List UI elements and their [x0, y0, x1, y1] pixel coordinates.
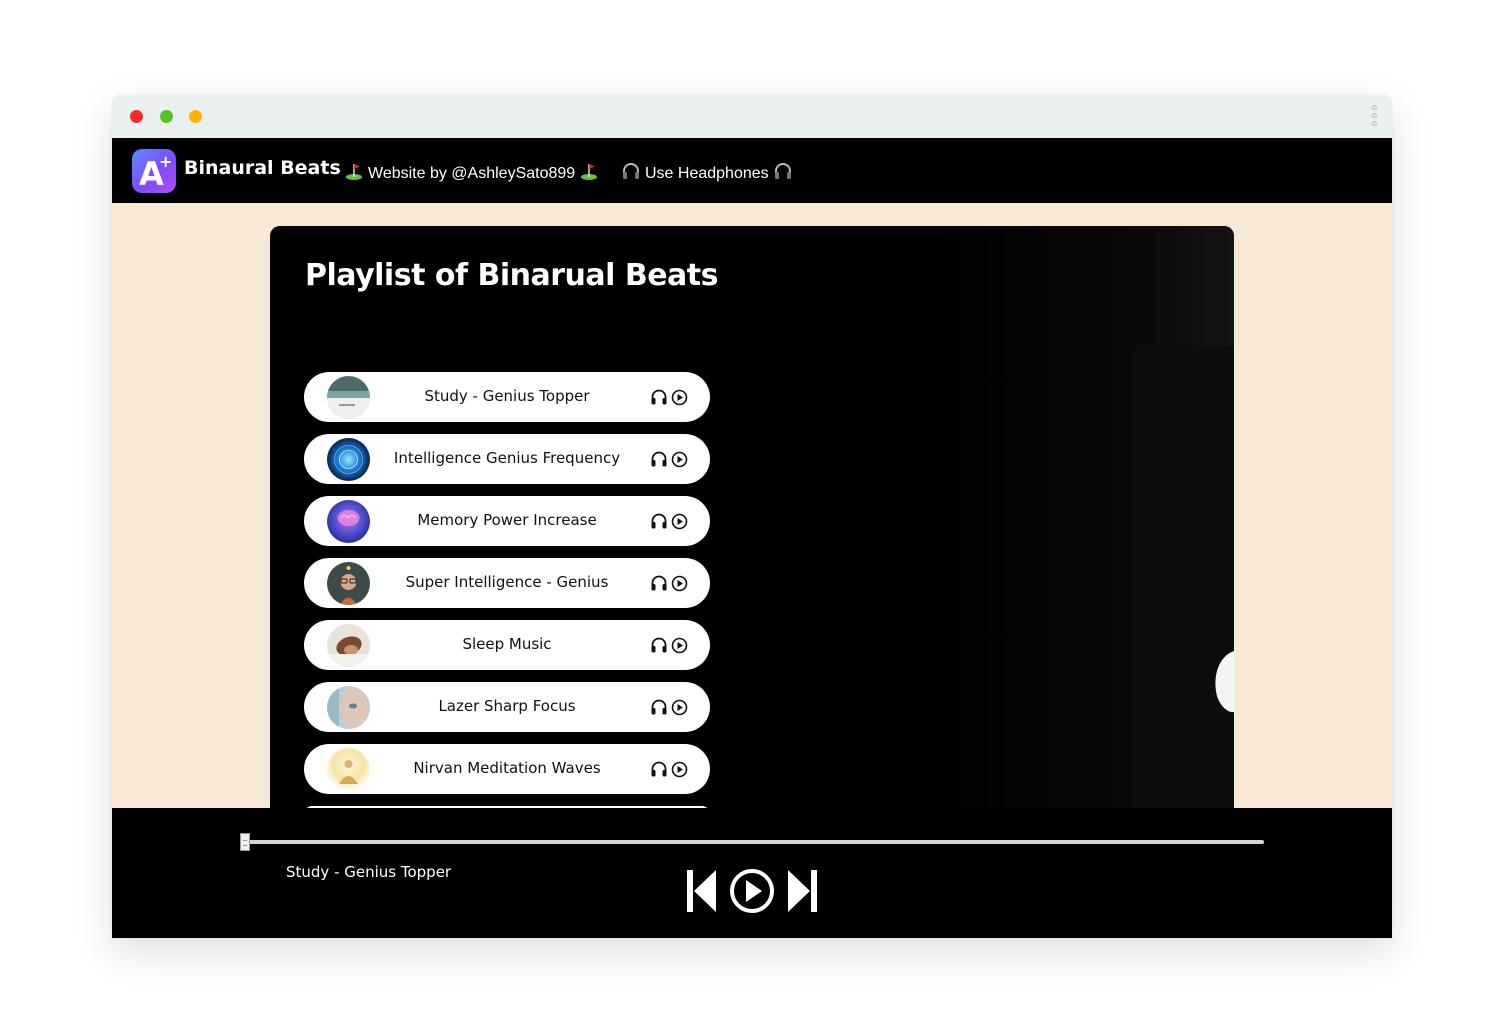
track-title: Nirvan Meditation Waves [413, 759, 601, 777]
seek-bar[interactable] [242, 840, 1264, 844]
audio-player-bar: Study - Genius Topper [112, 808, 1392, 938]
headphones-icon [650, 760, 668, 782]
play-circle-icon[interactable] [671, 637, 688, 658]
play-circle-icon[interactable] [671, 761, 688, 782]
headphones-icon [650, 450, 668, 472]
track-title: Lazer Sharp Focus [438, 697, 576, 715]
track-title: Memory Power Increase [417, 511, 597, 529]
playlist-item[interactable]: Intelligence Genius Frequency [304, 434, 710, 484]
playlist-panel: Playlist of Binarual Beats Study - Geniu… [270, 226, 1234, 809]
play-circle-icon[interactable] [671, 699, 688, 720]
playlist-item[interactable]: Memory Power Increase [304, 496, 710, 546]
window-titlebar [112, 95, 1392, 138]
play-circle-icon[interactable] [671, 451, 688, 472]
playback-controls [686, 868, 818, 914]
nav-link-use-headphones[interactable]: Use Headphones [621, 161, 793, 186]
golf-flag-icon [579, 161, 599, 186]
track-thumbnail [327, 624, 370, 667]
headphones-icon [650, 636, 668, 658]
headphones-icon [650, 698, 668, 720]
playlist-item[interactable]: Sleep Music [304, 620, 710, 670]
playlist: Study - Genius Topper Intelligence Geniu… [304, 372, 710, 809]
website-credit-label: Website by @AshleySato899 [368, 164, 576, 182]
headphones-icon [650, 574, 668, 596]
brand-name[interactable]: Binaural Beats [184, 157, 341, 179]
playlist-item[interactable]: Nirvan Meditation Waves [304, 744, 710, 794]
play-circle-icon[interactable] [671, 389, 688, 410]
nav-link-website-credit[interactable]: Website by @AshleySato899 [344, 161, 599, 186]
headphones-icon [773, 161, 793, 186]
playlist-item[interactable]: Study - Genius Topper [304, 372, 710, 422]
track-title: Study - Genius Topper [424, 387, 590, 405]
track-title: Super Intelligence - Genius [405, 573, 609, 591]
play-circle-icon[interactable] [671, 513, 688, 534]
track-thumbnail [327, 438, 370, 481]
track-title: Intelligence Genius Frequency [393, 449, 621, 467]
next-track-icon[interactable] [786, 868, 818, 918]
maximize-window-button[interactable] [189, 110, 202, 123]
track-thumbnail [327, 500, 370, 543]
track-thumbnail [327, 748, 370, 791]
golf-flag-icon [344, 161, 364, 186]
background-image [934, 226, 1234, 809]
play-circle-icon[interactable] [671, 575, 688, 596]
minimize-window-button[interactable] [160, 110, 173, 123]
track-thumbnail [327, 376, 370, 419]
headphones-icon [650, 512, 668, 534]
browser-window: A + Binaural Beats Website by @AshleySat… [112, 95, 1392, 938]
headphones-icon [650, 388, 668, 410]
page-title: Playlist of Binarual Beats [305, 258, 719, 293]
use-headphones-label: Use Headphones [645, 164, 769, 182]
previous-track-icon[interactable] [686, 868, 718, 918]
kebab-menu-icon[interactable] [1370, 105, 1378, 129]
track-title: Sleep Music [462, 635, 552, 653]
track-thumbnail [327, 686, 370, 729]
svg-text:+: + [159, 152, 172, 171]
headphones-icon [621, 161, 641, 186]
playlist-item[interactable]: Lazer Sharp Focus [304, 682, 710, 732]
track-thumbnail [327, 562, 370, 605]
now-playing-title: Study - Genius Topper [286, 863, 452, 881]
play-button-icon[interactable] [728, 868, 776, 918]
app-logo-icon[interactable]: A + [132, 149, 176, 193]
navbar: A + Binaural Beats Website by @AshleySat… [112, 138, 1392, 203]
close-window-button[interactable] [130, 110, 143, 123]
seek-bar-handle[interactable] [240, 833, 250, 851]
playlist-item[interactable]: Super Intelligence - Genius [304, 558, 710, 608]
